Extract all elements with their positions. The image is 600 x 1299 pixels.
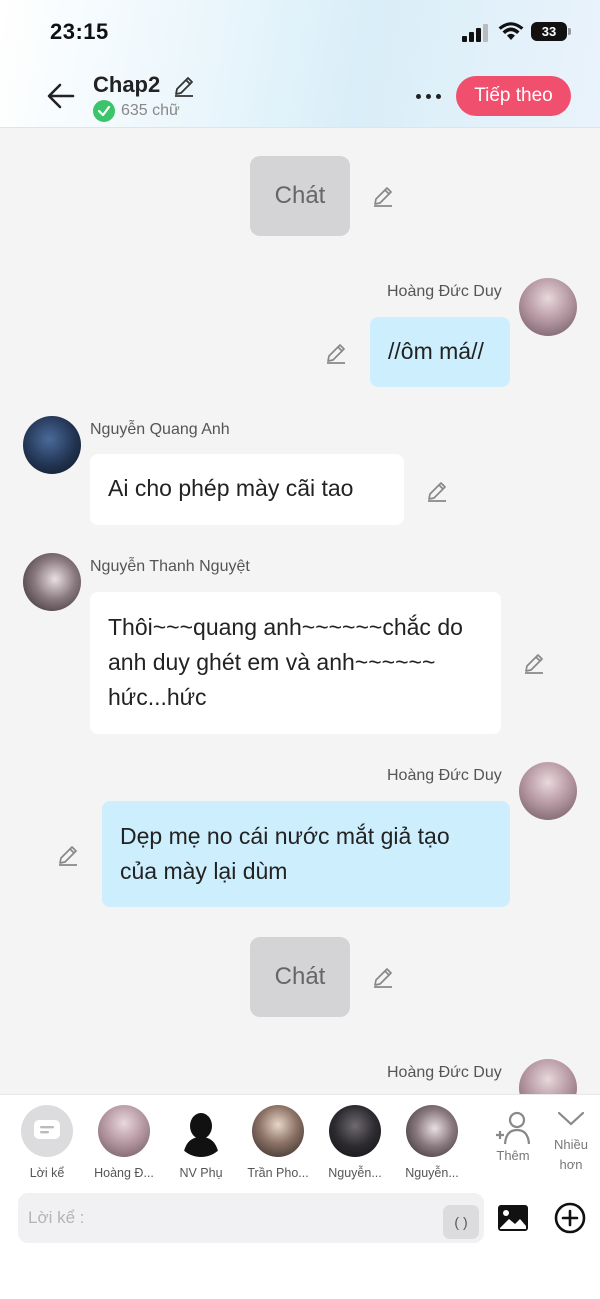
narration-bubble[interactable]: Chát	[250, 156, 350, 236]
edit-icon[interactable]	[522, 651, 546, 675]
avatar	[406, 1105, 458, 1157]
signal-icon	[462, 24, 488, 42]
edit-icon[interactable]	[371, 184, 395, 208]
back-button[interactable]	[44, 80, 78, 112]
edit-icon[interactable]	[371, 965, 395, 989]
next-button[interactable]: Tiếp theo	[456, 76, 571, 116]
character-label: Nguyễn...	[328, 1166, 382, 1180]
message-bubble[interactable]: Ai cho phép mày cãi tao	[90, 454, 404, 525]
parenthesis-button[interactable]: ( )	[443, 1205, 479, 1239]
plus-circle-icon	[554, 1202, 586, 1234]
character-label: Trần Pho...	[247, 1166, 309, 1180]
more-label-line1: Nhiều	[554, 1137, 588, 1152]
sender-name: Hoàng Đức Duy	[387, 283, 502, 300]
edit-title-icon[interactable]	[172, 74, 196, 98]
edit-icon[interactable]	[324, 341, 348, 365]
message-input[interactable]	[28, 1193, 428, 1243]
character-item[interactable]: NV Phụ	[166, 1105, 236, 1180]
add-character-button[interactable]: Thêm	[488, 1111, 538, 1163]
character-label: Hoàng Đ...	[94, 1166, 154, 1180]
add-button[interactable]	[554, 1202, 586, 1234]
status-time: 23:15	[50, 19, 109, 44]
narration-icon	[21, 1105, 73, 1157]
wifi-icon	[498, 22, 524, 40]
message-bubble[interactable]: Dẹp mẹ no cái nước mắt giả tạo của mày l…	[102, 801, 510, 907]
image-button[interactable]	[496, 1203, 530, 1233]
more-options-expand[interactable]: Nhiều hơn	[548, 1109, 594, 1175]
sender-name: Nguyễn Quang Anh	[90, 421, 230, 438]
message-bubble[interactable]: //ôm má//	[370, 317, 510, 387]
avatar[interactable]	[519, 278, 577, 336]
arrow-left-icon	[47, 83, 75, 109]
avatar[interactable]	[519, 762, 577, 820]
character-item[interactable]: Nguyễn...	[320, 1105, 390, 1180]
bottom-panel: Lời kể Hoàng Đ... NV Phụ Trần Pho... Ngu…	[0, 1094, 600, 1299]
sender-name: Hoàng Đức Duy	[387, 767, 502, 784]
more-options-button[interactable]	[410, 84, 446, 108]
avatar	[98, 1105, 150, 1157]
chevron-down-icon	[557, 1111, 585, 1126]
status-bar: 23:15 33	[0, 0, 600, 64]
sender-name: Nguyễn Thanh Nguyệt	[90, 558, 250, 575]
add-person-icon	[496, 1111, 531, 1145]
character-label: Lời kể	[29, 1166, 65, 1180]
character-label: NV Phụ	[179, 1166, 223, 1180]
character-item[interactable]: Nguyễn...	[397, 1105, 467, 1180]
message-bubble[interactable]: Thôi~~~quang anh~~~~~~chắc do anh duy gh…	[90, 592, 501, 734]
character-narration[interactable]: Lời kể	[12, 1105, 82, 1180]
character-item[interactable]: Hoàng Đ...	[89, 1105, 159, 1180]
battery-icon: 33	[531, 22, 571, 41]
character-item[interactable]: Trần Pho...	[243, 1105, 313, 1180]
word-count-label: 635 chữ	[121, 102, 180, 119]
character-label: Nguyễn...	[405, 1166, 459, 1180]
check-icon	[93, 100, 115, 122]
avatar[interactable]	[23, 553, 81, 611]
more-label-line2: hơn	[559, 1157, 583, 1172]
edit-icon[interactable]	[425, 479, 449, 503]
edit-icon[interactable]	[56, 843, 80, 867]
avatar[interactable]	[23, 416, 81, 474]
word-count: 635 chữ	[93, 100, 180, 122]
add-label: Thêm	[496, 1148, 530, 1163]
top-header: 23:15 33 Chap2 635 chữ Tiếp theo	[0, 0, 600, 128]
sender-name: Hoàng Đức Duy	[387, 1064, 502, 1081]
avatar	[329, 1105, 381, 1157]
narration-bubble[interactable]: Chát	[250, 937, 350, 1017]
avatar	[252, 1105, 304, 1157]
image-icon	[498, 1205, 528, 1231]
avatar	[175, 1105, 227, 1157]
composer-box	[18, 1193, 484, 1243]
chapter-title: Chap2	[93, 72, 161, 97]
